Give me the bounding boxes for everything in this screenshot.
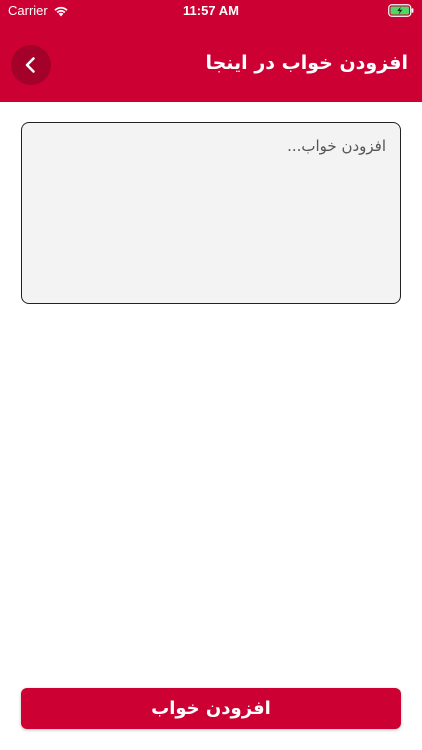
chevron-left-icon (25, 57, 35, 73)
status-time: 11:57 AM (183, 3, 239, 18)
status-bar: Carrier 11:57 AM (0, 0, 422, 22)
back-button[interactable] (11, 45, 51, 85)
battery-charging-icon (388, 4, 414, 17)
app-header: Carrier 11:57 AM افزودن خواب در اینجا (0, 0, 422, 102)
add-dream-button[interactable]: افزودن خواب (21, 688, 401, 729)
add-dream-screen: Carrier 11:57 AM افزودن خواب در اینجا اف… (0, 0, 422, 750)
dream-text-input[interactable] (21, 122, 401, 304)
page-title: افزودن خواب در اینجا (205, 52, 408, 74)
navigation-bar: افزودن خواب در اینجا (0, 22, 422, 102)
